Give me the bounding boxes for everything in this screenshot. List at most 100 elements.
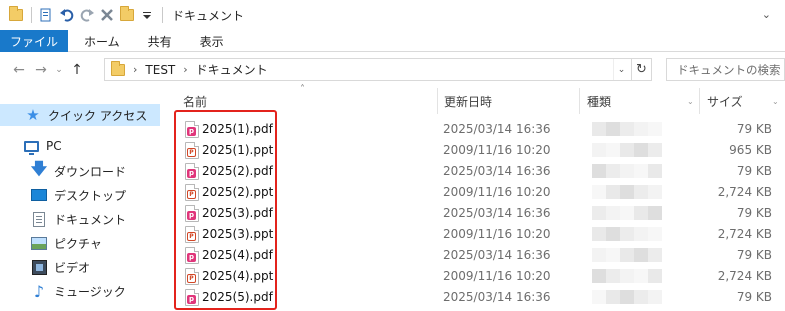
nav-item-label: ミュージック <box>54 284 126 299</box>
file-size: 79 KB <box>736 248 772 262</box>
nav-item-desktop[interactable]: デスクトップ <box>0 184 126 206</box>
refresh-icon[interactable]: ↻ <box>631 59 651 80</box>
breadcrumb: › TEST › ドキュメント <box>133 61 268 78</box>
tab-home[interactable]: ホーム <box>72 30 132 52</box>
address-bar[interactable]: › TEST › ドキュメント ⌄ ↻ <box>104 58 652 81</box>
file-modified: 2009/11/16 10:20 <box>443 269 551 283</box>
folder-icon[interactable] <box>8 6 24 23</box>
file-size: 965 KB <box>729 143 772 157</box>
chevron-right-icon[interactable]: › <box>183 63 187 76</box>
file-modified: 2009/11/16 10:20 <box>443 227 551 241</box>
undo-icon[interactable] <box>59 7 75 23</box>
chevron-right-icon[interactable]: › <box>133 63 137 76</box>
search-input[interactable]: ドキュメントの検索 <box>666 58 785 81</box>
pdf-file-icon: p <box>185 121 199 138</box>
file-size: 2,724 KB <box>717 185 772 199</box>
file-type-obscured <box>592 164 662 178</box>
file-modified: 2025/03/14 16:36 <box>443 248 551 262</box>
up-arrow-icon[interactable]: ↑ <box>66 59 88 81</box>
pc-icon <box>22 137 40 155</box>
videos-icon <box>30 258 48 276</box>
file-row[interactable]: p 2025(1).pdf 2025/03/14 16:36 79 KB <box>172 119 785 140</box>
file-name: 2025(2).ppt <box>202 185 274 199</box>
file-name: 2025(4).pdf <box>202 248 273 262</box>
properties-icon[interactable] <box>39 7 55 23</box>
nav-item-videos[interactable]: ビデオ <box>0 256 90 278</box>
desktop-icon <box>30 186 48 204</box>
file-name: 2025(2).pdf <box>202 164 273 178</box>
delete-icon[interactable] <box>99 7 115 23</box>
back-arrow-icon[interactable]: ← <box>8 59 30 81</box>
address-history-dropdown-icon[interactable]: ⌄ <box>613 59 629 80</box>
file-size: 79 KB <box>736 164 772 178</box>
nav-item-pictures[interactable]: ピクチャ <box>0 232 102 254</box>
file-row[interactable]: P 2025(4).ppt 2009/11/16 10:20 2,724 KB <box>172 266 785 287</box>
file-row[interactable]: P 2025(2).ppt 2009/11/16 10:20 2,724 KB <box>172 182 785 203</box>
ppt-file-icon: P <box>185 226 199 243</box>
nav-item-downloads[interactable]: 🡇 ダウンロード <box>0 158 127 182</box>
sort-ascending-icon: ˄ <box>300 84 305 95</box>
nav-item-documents[interactable]: ドキュメント <box>0 208 126 230</box>
file-name: 2025(3).pdf <box>202 206 273 220</box>
breadcrumb-documents[interactable]: ドキュメント <box>196 61 268 78</box>
breadcrumb-test[interactable]: TEST <box>145 63 175 77</box>
column-header-type[interactable]: 種類 <box>587 88 611 114</box>
recent-locations-chevron-icon[interactable]: ⌄ <box>52 59 66 81</box>
column-divider[interactable] <box>699 88 700 114</box>
title-bar: ドキュメント ⌄ <box>0 0 785 30</box>
column-header-label: 種類 <box>587 94 612 109</box>
column-header-modified[interactable]: 更新日時 <box>444 88 492 114</box>
chevron-down-icon[interactable]: ⌄ <box>687 88 694 114</box>
new-folder-icon[interactable] <box>119 6 135 23</box>
nav-item-label: クイック アクセス <box>48 108 148 123</box>
document-icon <box>30 210 48 228</box>
quick-access-toolbar <box>0 6 166 23</box>
nav-item-music[interactable]: ♪ ミュージック <box>0 280 126 302</box>
search-placeholder: ドキュメントの検索 <box>677 62 781 77</box>
file-row[interactable]: p 2025(4).pdf 2025/03/14 16:36 79 KB <box>172 245 785 266</box>
column-header-size[interactable]: サイズ <box>707 88 743 114</box>
chevron-down-icon[interactable]: ⌄ <box>762 8 771 21</box>
file-row[interactable]: P 2025(1).ppt 2009/11/16 10:20 965 KB <box>172 140 785 161</box>
nav-item-label: ダウンロード <box>54 164 127 179</box>
file-modified: 2025/03/14 16:36 <box>443 290 551 304</box>
window-title: ドキュメント <box>172 8 245 23</box>
ppt-file-icon: P <box>185 184 199 201</box>
file-name: 2025(3).ppt <box>202 227 274 241</box>
file-type-obscured <box>592 185 662 199</box>
file-modified: 2025/03/14 16:36 <box>443 122 551 136</box>
column-divider[interactable] <box>437 88 438 114</box>
forward-arrow-icon[interactable]: → <box>30 59 52 81</box>
file-type-obscured <box>592 269 662 283</box>
file-name: 2025(1).ppt <box>202 143 274 157</box>
pictures-icon <box>30 234 48 252</box>
file-row[interactable]: p 2025(5).pdf 2025/03/14 16:36 79 KB <box>172 287 785 308</box>
music-icon: ♪ <box>33 281 45 301</box>
file-modified: 2025/03/14 16:36 <box>443 206 551 220</box>
file-type-obscured <box>592 143 662 157</box>
toolbar-divider <box>162 7 163 23</box>
redo-icon[interactable] <box>79 7 95 23</box>
chevron-down-icon[interactable]: ⌄ <box>772 88 779 114</box>
star-icon: ★ <box>26 106 40 124</box>
ribbon-tabs: ファイル ホーム 共有 表示 <box>0 30 785 52</box>
file-row[interactable]: p 2025(3).pdf 2025/03/14 16:36 79 KB <box>172 203 785 224</box>
file-type-obscured <box>592 206 662 220</box>
tab-view[interactable]: 表示 <box>188 30 236 52</box>
pdf-file-icon: p <box>185 205 199 222</box>
tab-file[interactable]: ファイル <box>0 30 69 52</box>
download-icon: 🡇 <box>30 158 48 178</box>
file-type-obscured <box>592 248 662 262</box>
tab-share[interactable]: 共有 <box>136 30 184 52</box>
nav-item-pc[interactable]: PC <box>0 135 62 157</box>
ppt-file-icon: P <box>185 142 199 159</box>
column-header-label: 名前 <box>183 94 208 109</box>
ppt-file-icon: P <box>185 268 199 285</box>
nav-item-quick-access[interactable]: ★ クイック アクセス <box>0 104 160 126</box>
column-divider[interactable] <box>579 88 580 114</box>
file-row[interactable]: p 2025(2).pdf 2025/03/14 16:36 79 KB <box>172 161 785 182</box>
column-header-name[interactable]: 名前 <box>183 88 207 114</box>
file-row[interactable]: P 2025(3).ppt 2009/11/16 10:20 2,724 KB <box>172 224 785 245</box>
customize-caret-icon[interactable] <box>139 7 155 23</box>
pdf-file-icon: p <box>185 289 199 306</box>
